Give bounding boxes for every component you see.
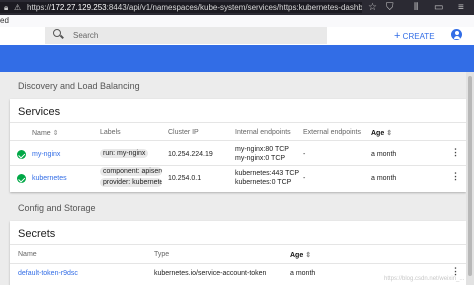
secret-type-cell: kubernetes.io/service-account-token bbox=[154, 270, 267, 277]
discovery-section-title: Discovery and Load Balancing bbox=[18, 81, 140, 91]
app-header: Search + CREATE bbox=[0, 27, 474, 45]
column-header-name[interactable]: Name ⇕ bbox=[32, 129, 59, 137]
column-header-age[interactable]: Age ⇕ bbox=[371, 129, 392, 137]
status-ok-icon bbox=[17, 150, 26, 159]
scrollbar-thumb[interactable] bbox=[468, 76, 472, 276]
age-cell: a month bbox=[371, 175, 397, 182]
divider bbox=[10, 263, 466, 264]
labels-cell: run: my-nginx bbox=[100, 149, 149, 160]
warning-icon: ⚠︎ bbox=[14, 3, 22, 12]
services-card-title: Services bbox=[18, 106, 61, 118]
tab-strip: ed bbox=[0, 15, 474, 27]
column-header-internal-endpoints: Internal endpoints bbox=[235, 129, 291, 136]
cluster-ip-cell: 10.254.0.1 bbox=[168, 175, 202, 182]
sort-icon: ⇕ bbox=[386, 130, 393, 137]
address-bar[interactable]: 🔒︎ ⚠︎ https://172.27.129.253:8443/api/v1… bbox=[0, 2, 362, 13]
column-header-age[interactable]: Age ⇕ bbox=[290, 251, 311, 259]
sort-icon: ⇕ bbox=[305, 252, 312, 259]
watermark: https://blog.csdn.net/weixin_... bbox=[384, 276, 465, 282]
account-icon[interactable] bbox=[451, 29, 462, 40]
create-label: CREATE bbox=[402, 32, 435, 41]
labels-cell: component: apiserv... provider: kubernet… bbox=[100, 167, 162, 189]
tab-title[interactable]: ed bbox=[0, 16, 9, 25]
search-input[interactable]: Search bbox=[45, 27, 327, 44]
age-cell: a month bbox=[371, 151, 397, 158]
search-icon bbox=[53, 29, 61, 37]
age-cell: a month bbox=[290, 270, 316, 277]
divider bbox=[10, 165, 466, 166]
internal-endpoints-cell: my-nginx:80 TCP my-nginx:0 TCP bbox=[235, 146, 289, 162]
service-name-link[interactable]: kubernetes bbox=[32, 174, 67, 183]
create-button[interactable]: + CREATE bbox=[394, 30, 435, 42]
services-card: Services Name ⇕ Labels Cluster IP Intern… bbox=[10, 99, 466, 192]
cluster-ip-cell: 10.254.224.19 bbox=[168, 151, 213, 158]
star-icon[interactable]: ☆ bbox=[368, 0, 377, 15]
more-vert-icon[interactable]: ⋮ bbox=[451, 171, 460, 182]
secrets-card-title: Secrets bbox=[18, 228, 56, 240]
search-placeholder: Search bbox=[73, 31, 99, 40]
label-chip: component: apiserv... bbox=[100, 167, 162, 176]
divider bbox=[10, 244, 466, 245]
internal-endpoints-cell: kubernetes:443 TCP kubernetes:0 TCP bbox=[235, 170, 300, 186]
column-header-external-endpoints: External endpoints bbox=[303, 129, 361, 136]
plus-icon: + bbox=[394, 30, 401, 42]
shield-icon[interactable]: ⛉ bbox=[386, 0, 394, 15]
title-band bbox=[0, 45, 474, 72]
label-chip: run: my-nginx bbox=[100, 149, 149, 158]
url-text: https://172.27.129.253:8443/api/v1/names… bbox=[27, 3, 362, 12]
divider bbox=[10, 140, 466, 141]
library-icon[interactable]: ⫴ bbox=[414, 0, 418, 15]
sort-icon: ⇕ bbox=[52, 130, 59, 137]
status-ok-icon bbox=[17, 174, 26, 183]
more-vert-icon[interactable]: ⋮ bbox=[451, 147, 460, 158]
menu-icon[interactable]: ≡ bbox=[458, 0, 464, 15]
column-header-type: Type bbox=[154, 251, 170, 258]
external-endpoints-cell: - bbox=[303, 151, 306, 158]
label-chip: provider: kubernetes bbox=[100, 178, 162, 187]
external-endpoints-cell: - bbox=[303, 175, 306, 182]
column-header-name: Name bbox=[18, 251, 37, 258]
divider bbox=[10, 122, 466, 123]
scrollbar[interactable] bbox=[466, 72, 474, 285]
column-header-labels: Labels bbox=[100, 129, 121, 136]
lock-icon: 🔒︎ bbox=[4, 3, 9, 12]
service-name-link[interactable]: my-nginx bbox=[32, 150, 60, 159]
secret-name-link[interactable]: default-token-r9dsc bbox=[18, 269, 78, 278]
column-header-cluster-ip: Cluster IP bbox=[168, 129, 199, 136]
browser-toolbar: 🔒︎ ⚠︎ https://172.27.129.253:8443/api/v1… bbox=[0, 0, 474, 15]
sidebar-icon[interactable]: ▭ bbox=[434, 0, 443, 15]
config-section-title: Config and Storage bbox=[18, 203, 96, 213]
